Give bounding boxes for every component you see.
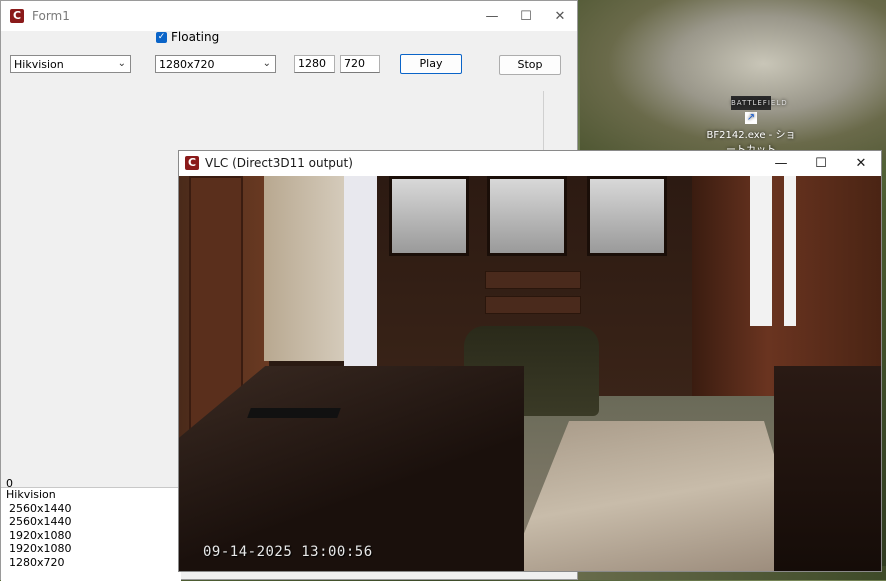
list-item[interactable]: 2560x1440 (1, 515, 181, 529)
floating-checkbox[interactable]: ✓ Floating (156, 30, 219, 44)
desktop-shortcut-bf2142[interactable]: BATTLEFIELD ↗ BF2142.exe - ショートカット (706, 96, 796, 156)
width-input[interactable]: 1280 (294, 55, 335, 73)
resolution-combobox[interactable]: 1280x720 ⌄ (155, 55, 276, 73)
checkmark-icon: ✓ (156, 31, 167, 43)
maximize-icon: ☐ (815, 155, 827, 171)
video-frame[interactable]: 09-14-2025 13:00:56 (179, 176, 881, 571)
resolution-combobox-value: 1280x720 (159, 57, 215, 71)
minimize-icon: — (774, 155, 788, 171)
close-button[interactable]: ✕ (841, 151, 881, 175)
list-item[interactable]: 1920x1080 (1, 542, 181, 556)
video-timestamp: 09-14-2025 13:00:56 (203, 544, 373, 560)
minimize-icon: — (485, 8, 499, 24)
close-button[interactable]: ✕ (543, 1, 577, 31)
chevron-down-icon: ⌄ (117, 58, 126, 69)
app-icon: C (185, 156, 199, 170)
vlc-window: C VLC (Direct3D11 output) — ☐ ✕ 09-14-20… (178, 150, 882, 572)
video-scene-glass (587, 176, 667, 256)
height-input[interactable]: 720 (340, 55, 380, 73)
vlc-titlebar[interactable]: C VLC (Direct3D11 output) — ☐ ✕ (179, 151, 881, 175)
list-item[interactable]: 1920x1080 (1, 529, 181, 543)
list-item[interactable]: 2560x1440 (1, 502, 181, 516)
video-scene-window (784, 176, 796, 326)
video-scene-glass (487, 176, 567, 256)
shortcut-arrow-icon: ↗ (745, 112, 757, 124)
game-logo-icon: BATTLEFIELD (731, 96, 787, 110)
video-scene-table (179, 366, 524, 571)
maximize-icon: ☐ (520, 8, 532, 24)
device-listbox[interactable]: Hikvision 2560x1440 2560x1440 1920x1080 … (1, 487, 181, 581)
app-icon: C (10, 9, 24, 23)
chevron-down-icon: ⌄ (262, 58, 271, 69)
floating-label: Floating (171, 30, 220, 44)
camera-combobox[interactable]: Hikvision ⌄ (10, 55, 131, 73)
window-title: VLC (Direct3D11 output) (205, 156, 353, 170)
close-icon: ✕ (855, 155, 867, 171)
video-scene-drawer (485, 296, 581, 314)
stop-button[interactable]: Stop (499, 55, 561, 75)
play-button[interactable]: Play (400, 54, 462, 74)
minimize-button[interactable]: — (475, 1, 509, 31)
video-scene-wall (344, 176, 379, 366)
close-icon: ✕ (554, 8, 566, 24)
window-title: Form1 (32, 9, 70, 23)
video-scene-remote (247, 408, 341, 418)
list-item[interactable]: Hikvision (1, 488, 181, 502)
maximize-button[interactable]: ☐ (509, 1, 543, 31)
camera-combobox-value: Hikvision (14, 57, 64, 71)
form1-titlebar[interactable]: C Form1 — ☐ ✕ (1, 1, 577, 31)
video-scene-wall (264, 176, 354, 361)
maximize-button[interactable]: ☐ (801, 151, 841, 175)
video-scene-glass (389, 176, 469, 256)
minimize-button[interactable]: — (761, 151, 801, 175)
list-item[interactable]: 1280x720 (1, 556, 181, 570)
video-scene-side-table (774, 366, 881, 571)
video-scene-drawer (485, 271, 581, 289)
video-scene-window (750, 176, 772, 326)
